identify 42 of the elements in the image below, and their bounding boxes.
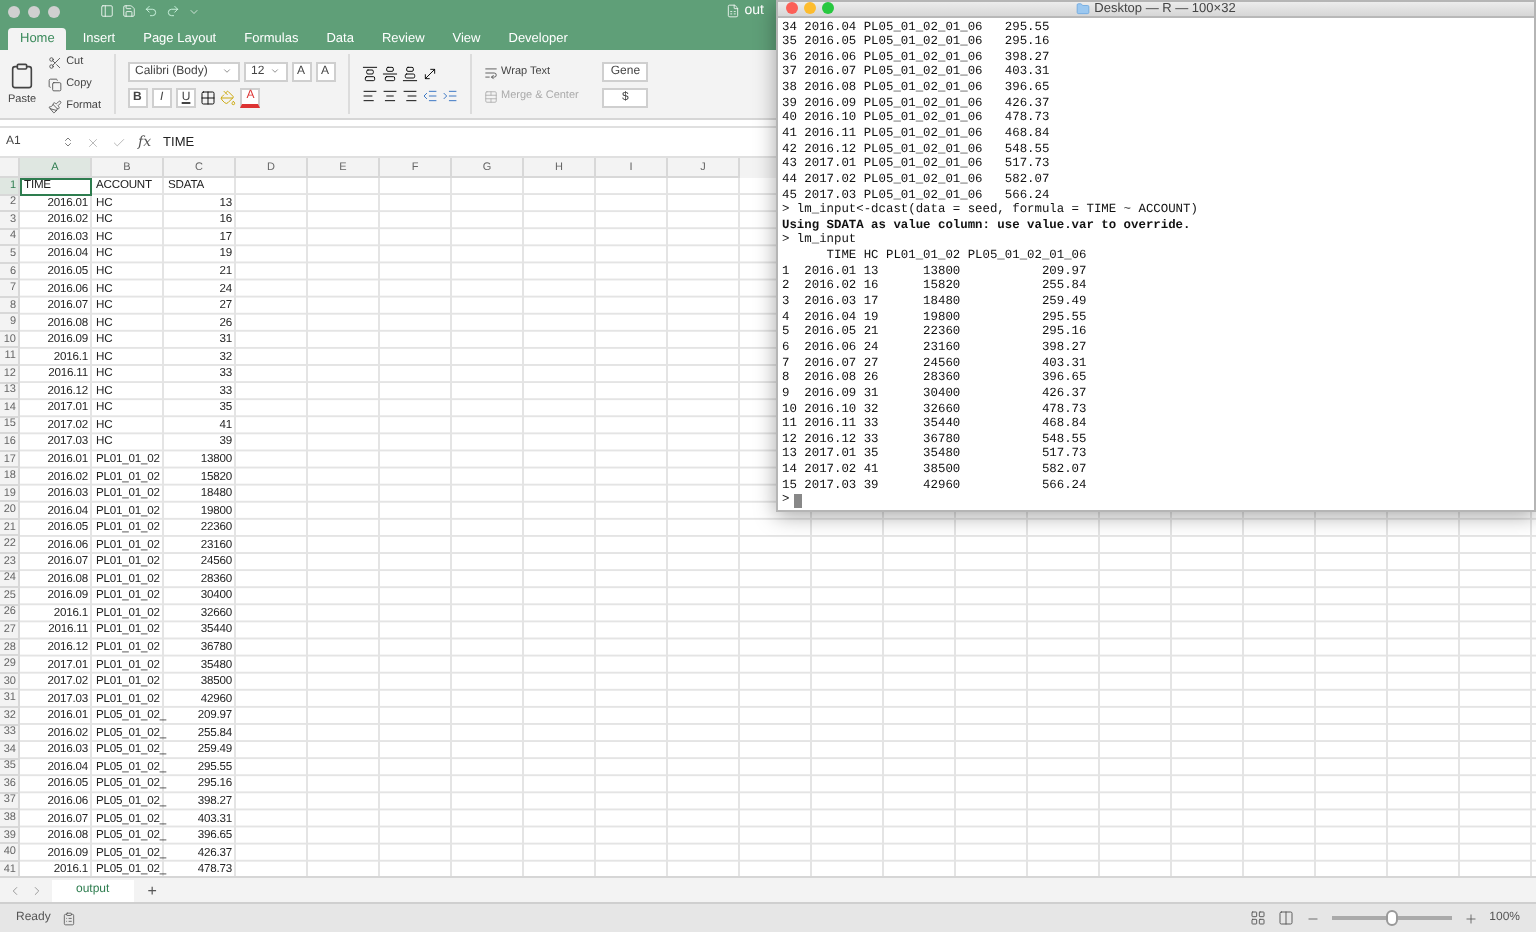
dropdown-icon <box>269 66 279 76</box>
paste-icon <box>8 62 37 90</box>
copy-icon <box>48 77 63 91</box>
minimize-dot[interactable] <box>28 5 40 17</box>
align-right-icon[interactable] <box>401 87 418 103</box>
wrap-icon <box>483 65 498 79</box>
page-layout-icon[interactable] <box>1277 910 1294 926</box>
previous-sheet-icon[interactable] <box>8 883 22 897</box>
zoom-dot[interactable] <box>822 2 834 15</box>
slider-thumb[interactable] <box>1385 910 1398 926</box>
align-top-icon[interactable] <box>361 65 378 81</box>
minimize-dot[interactable] <box>804 2 816 15</box>
close-dot[interactable] <box>786 2 798 15</box>
save-icon[interactable] <box>122 4 136 18</box>
zoom-dot[interactable] <box>48 5 60 17</box>
borders-icon[interactable] <box>200 89 217 105</box>
text-cursor <box>793 493 802 508</box>
dropdown-icon <box>221 66 231 76</box>
next-sheet-icon[interactable] <box>30 883 44 897</box>
enter-icon[interactable] <box>112 135 126 149</box>
sidebar-icon[interactable] <box>100 4 114 18</box>
orientation-icon[interactable] <box>421 65 438 81</box>
folder-icon <box>1076 1 1091 16</box>
customize-icon[interactable] <box>188 5 200 17</box>
macro-record-icon[interactable] <box>62 911 77 925</box>
normal-view-icon[interactable] <box>1249 910 1266 926</box>
redo-icon[interactable] <box>166 4 180 18</box>
cancel-icon[interactable] <box>86 135 100 149</box>
merge-icon <box>483 89 498 103</box>
zoom-in-icon[interactable] <box>1463 911 1478 925</box>
document-icon <box>726 4 741 18</box>
scissors-icon <box>48 55 63 69</box>
align-bottom-icon[interactable] <box>401 65 418 81</box>
close-dot[interactable] <box>8 5 20 17</box>
align-left-icon[interactable] <box>361 87 378 103</box>
undo-icon[interactable] <box>144 4 158 18</box>
brush-icon <box>48 99 63 113</box>
align-center-icon[interactable] <box>381 87 398 103</box>
align-middle-icon[interactable] <box>381 65 398 81</box>
fill-color-icon[interactable] <box>220 89 237 105</box>
add-sheet-button[interactable]: + <box>141 881 163 899</box>
select-all-corner[interactable] <box>0 158 20 178</box>
